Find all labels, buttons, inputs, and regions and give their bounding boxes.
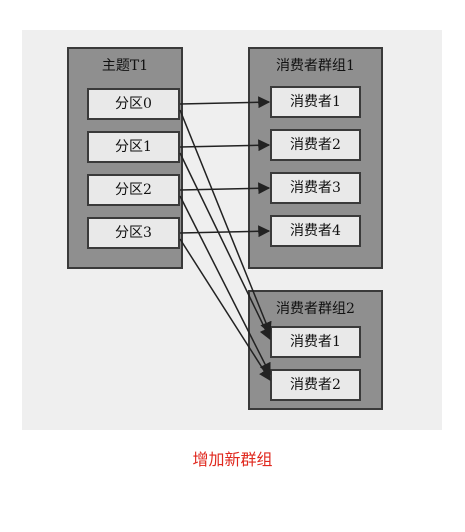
arrow-p1-g2c1 <box>179 152 271 341</box>
caption: 增加新群组 <box>192 450 273 469</box>
arrow-p2-g1c3 <box>179 182 271 195</box>
arrow-p1-g1c2 <box>179 139 271 152</box>
arrow-p0-g1c1 <box>179 96 271 109</box>
arrow-p3-g1c4 <box>179 225 271 238</box>
